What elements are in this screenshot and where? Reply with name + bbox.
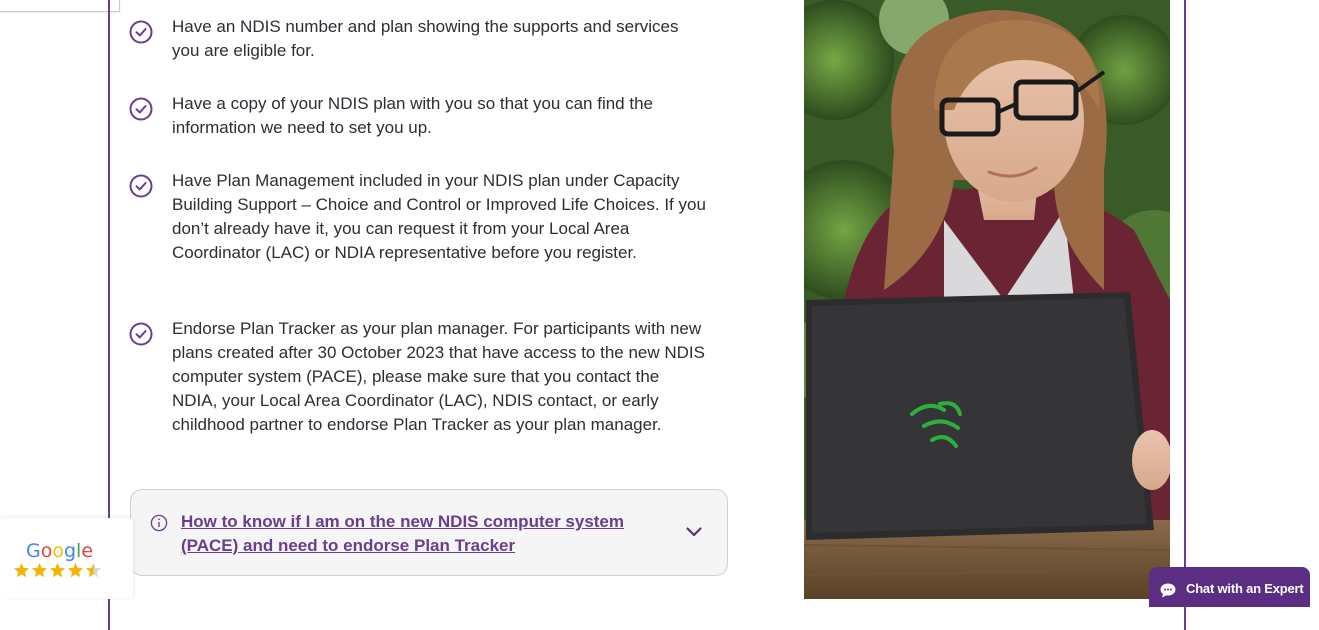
requirement-text: Have Plan Management included in your ND… bbox=[172, 171, 706, 262]
google-logo: Google bbox=[26, 540, 93, 562]
google-letter: o bbox=[40, 540, 53, 562]
requirement-item: Endorse Plan Tracker as your plan manage… bbox=[129, 317, 709, 437]
requirement-text: Endorse Plan Tracker as your plan manage… bbox=[172, 319, 705, 434]
chevron-down-icon[interactable] bbox=[685, 526, 703, 538]
star-icon bbox=[68, 563, 83, 578]
google-letter: g bbox=[63, 540, 77, 562]
pace-accordion-link[interactable]: How to know if I am on the new NDIS comp… bbox=[181, 510, 681, 558]
check-circle-icon bbox=[129, 322, 153, 346]
pace-accordion[interactable]: How to know if I am on the new NDIS comp… bbox=[130, 489, 728, 576]
google-letter: o bbox=[52, 540, 64, 562]
top-tab-edge bbox=[0, 0, 120, 12]
check-circle-icon bbox=[129, 20, 153, 44]
info-circle-icon bbox=[150, 514, 168, 532]
google-reviews-badge[interactable]: Google bbox=[0, 518, 133, 599]
star-icon bbox=[14, 563, 29, 578]
google-letter: G bbox=[26, 540, 41, 562]
star-rating bbox=[13, 562, 102, 579]
requirement-item: Have a copy of your NDIS plan with you s… bbox=[129, 92, 709, 140]
star-icon bbox=[50, 563, 65, 578]
star-icon bbox=[86, 563, 101, 578]
photo-illustration bbox=[804, 0, 1170, 599]
requirement-item: Have Plan Management included in your ND… bbox=[129, 169, 709, 265]
hero-photo bbox=[804, 0, 1170, 599]
check-circle-icon bbox=[129, 174, 153, 198]
requirement-text: Have a copy of your NDIS plan with you s… bbox=[172, 94, 653, 137]
chat-with-expert-button[interactable]: Chat with an Expert bbox=[1149, 567, 1310, 607]
star-icon bbox=[32, 563, 47, 578]
requirement-item: Have an NDIS number and plan showing the… bbox=[129, 15, 709, 63]
chat-bubble-icon bbox=[1160, 583, 1176, 598]
google-letter: e bbox=[81, 540, 94, 562]
requirement-text: Have an NDIS number and plan showing the… bbox=[172, 17, 679, 60]
check-circle-icon bbox=[129, 97, 153, 121]
chat-button-label: Chat with an Expert bbox=[1186, 581, 1304, 596]
